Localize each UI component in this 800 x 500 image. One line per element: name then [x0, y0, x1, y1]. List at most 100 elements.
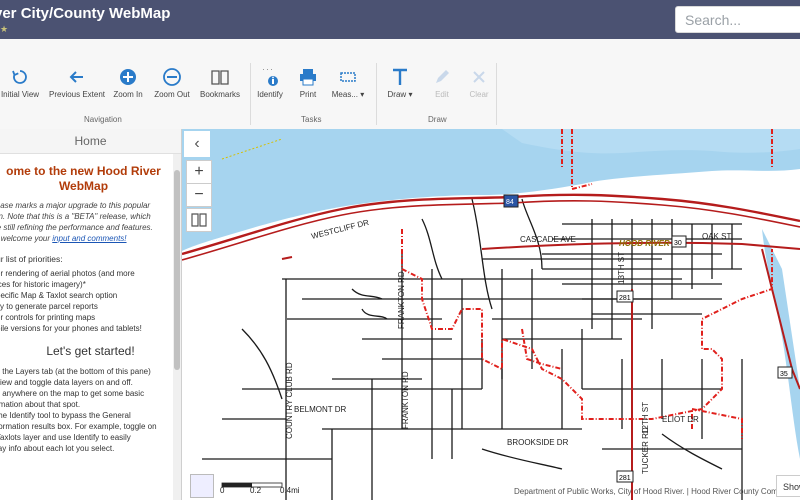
close-icon [473, 71, 485, 83]
initial-view-button[interactable]: Initial View [0, 67, 40, 99]
intro-line: re still refining the performance and fe… [0, 223, 153, 232]
get-started-heading: Let's get started! [46, 344, 135, 358]
divider [496, 63, 497, 125]
zoom-in-button[interactable]: Zoom In [113, 67, 143, 99]
toolbar-ribbon: Initial View Previous Extent Zoom In Zoo… [0, 39, 800, 130]
previous-extent-label: Previous Extent [49, 90, 106, 99]
instruction-line: Taxlots layer and use Identify to easily [0, 433, 131, 442]
route-shield-label: 281 [619, 475, 631, 482]
priority-item: bile versions for your phones and tablet… [0, 324, 142, 333]
book-icon [191, 213, 207, 227]
scale-bar: 0 0.2 0.4mi [220, 481, 314, 497]
zoom-out-button[interactable]: Zoom Out [154, 67, 190, 99]
clear-button[interactable]: Clear [468, 67, 490, 99]
priority-item: ices for historic imagery)* [0, 280, 86, 289]
app-title: ver City/County WebMap [0, 5, 171, 22]
book-icon [211, 70, 229, 85]
route-shield-label: 30 [674, 240, 682, 247]
map-graphic[interactable]: WESTCLIFF DR CASCADE AVE HOOD RIVER OAK … [182, 129, 800, 500]
measure-label: Meas... [331, 90, 358, 99]
initial-view-label: Initial View [0, 90, 40, 99]
instruction-line: the Identify tool to bypass the General [0, 411, 131, 420]
priority-item: pecific Map & Taxlot search option [0, 291, 118, 300]
bookmarks-button[interactable]: Bookmarks [200, 67, 240, 99]
edit-label: Edit [435, 90, 449, 99]
previous-extent-button[interactable]: Previous Extent [49, 67, 105, 99]
map-label: COUNTRY CLUB RD [285, 362, 294, 439]
map-label: WESTCLIFF DR [310, 218, 370, 241]
draw-label: Draw [387, 90, 407, 99]
priority-item: er rendering of aerial photos (and more [0, 269, 135, 278]
scale-label: 0.2 [250, 486, 262, 495]
minus-circle-icon [163, 68, 181, 86]
plus-circle-icon [120, 69, 136, 85]
map-label: HOOD RIVER [619, 239, 670, 248]
map-label: BROOKSIDE DR [507, 438, 569, 447]
panel-title: Home [0, 129, 181, 154]
identify-icon [263, 69, 278, 86]
chevron-left-icon: ‹ [194, 135, 200, 152]
map-canvas[interactable]: WESTCLIFF DR CASCADE AVE HOOD RIVER OAK … [182, 129, 800, 500]
app-header: ver City/County WebMap ★ Search... [0, 0, 800, 39]
identify-label: Identify [257, 90, 283, 99]
clear-label: Clear [469, 90, 489, 99]
draw-button[interactable]: Draw ▾ [385, 67, 415, 99]
tasks-group-label: Tasks [301, 115, 322, 124]
priorities-title: ur list of priorities: [0, 254, 63, 264]
map-label: OAK ST [702, 232, 731, 241]
logo-mark: ★ [0, 24, 9, 34]
map-bookmarks-button[interactable] [186, 208, 212, 232]
chevron-down-icon: ▾ [408, 90, 413, 99]
scale-label: 0.4mi [280, 486, 300, 495]
route-shield-label: 35 [780, 371, 788, 378]
bookmarks-label: Bookmarks [200, 90, 241, 99]
feedback-link[interactable]: input and comments! [52, 234, 126, 243]
welcome-heading: ome to the new Hood River WebMap [0, 164, 181, 194]
highway-segment [281, 256, 293, 260]
map-label: FRANKTON RD [401, 371, 410, 429]
intro-paragraph: lease marks a major upgrade to this popu… [0, 200, 169, 244]
show-button[interactable]: Show [776, 475, 800, 497]
welcome-line: ome to the new Hood River [6, 164, 161, 178]
zoom-out-label: Zoom Out [154, 90, 190, 99]
instruction-line: k the Layers tab (at the bottom of this … [0, 367, 151, 376]
scroll-thumb[interactable] [174, 170, 180, 370]
collapse-panel-button[interactable]: ‹ [184, 131, 210, 157]
panel-scrollbar[interactable] [173, 154, 181, 500]
intro-line: on. Note that this is a "BETA" release, … [0, 212, 151, 221]
instruction-line: view and toggle data layers on and off. [0, 378, 133, 387]
route-shield-label: 281 [619, 295, 631, 302]
minus-icon: − [194, 186, 204, 203]
text-icon [393, 68, 407, 85]
measure-button[interactable]: Meas... ▾ [330, 67, 366, 99]
map-label: CASCADE AVE [520, 235, 576, 244]
overview-map-button[interactable] [190, 474, 214, 498]
identify-button[interactable]: Identify [256, 67, 284, 99]
plus-icon: + [194, 163, 204, 180]
hood-river-stream [762, 229, 800, 459]
map-zoom-out-button[interactable]: − [186, 183, 212, 207]
intro-line: e welcome your input and comments! [0, 233, 169, 244]
map-attribution: Department of Public Works, City of Hood… [514, 487, 785, 496]
divider [250, 63, 251, 125]
map-label: FRANKTON RD [397, 271, 406, 329]
instruction-line: lay info about each lot you select. [0, 444, 115, 453]
priority-item: ity to generate parcel reports [0, 302, 98, 311]
edit-icon [436, 70, 449, 83]
route-shield-label: 84 [506, 199, 514, 206]
map-label: 13TH ST [617, 252, 626, 284]
search-input[interactable]: Search... [675, 6, 800, 33]
priority-item: er controls for printing maps [0, 313, 96, 322]
divider [376, 63, 377, 125]
intro-text: e welcome your [0, 234, 51, 243]
instruction-line: formation results box. For example, togg… [0, 422, 157, 431]
map-zoom-in-button[interactable]: + [186, 160, 212, 184]
side-panel: Home ome to the new Hood River WebMap le… [0, 129, 182, 500]
printer-icon [300, 69, 316, 86]
instruction-line: rmation about that spot. [0, 400, 81, 409]
map-label: 12TH ST [641, 402, 650, 434]
map-label: BELMONT DR [294, 405, 347, 414]
edit-button[interactable]: Edit [430, 67, 454, 99]
arrow-left-icon [69, 71, 83, 83]
print-button[interactable]: Print [297, 67, 319, 99]
